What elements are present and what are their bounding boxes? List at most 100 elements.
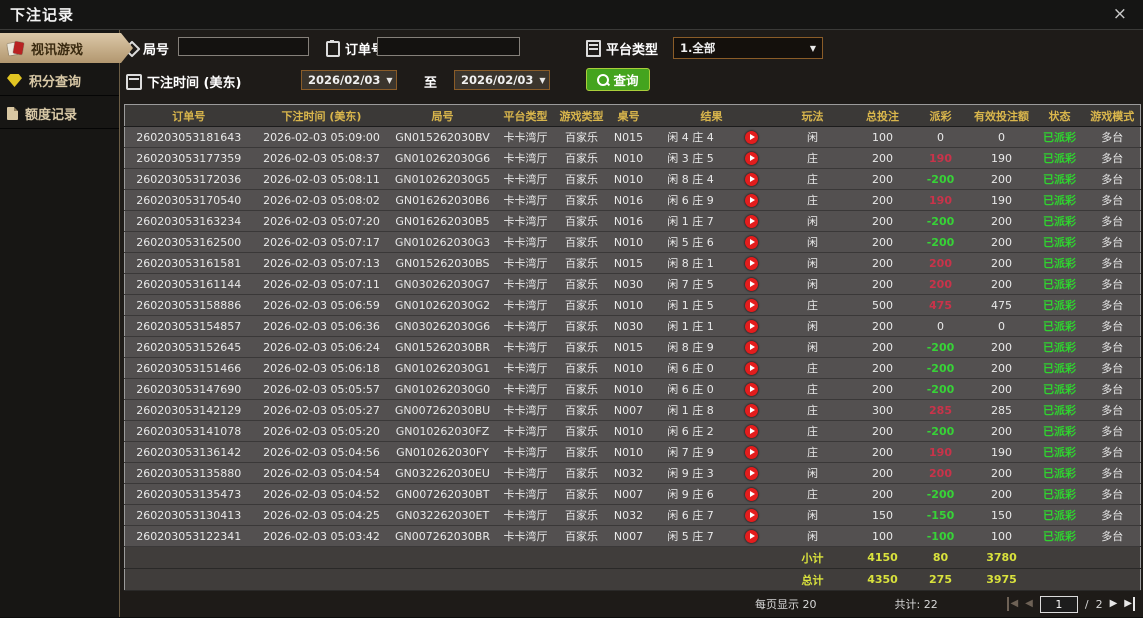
play-icon[interactable]	[745, 340, 758, 354]
date-to-picker[interactable]: 2026/02/03 ▼	[454, 70, 550, 90]
cell-play-icon[interactable]	[730, 252, 773, 274]
round-number-label: 局号	[143, 43, 170, 58]
cell-game-type: 百家乐	[556, 525, 607, 547]
play-icon[interactable]	[745, 382, 758, 396]
play-icon[interactable]	[745, 172, 758, 186]
cell-play-icon[interactable]	[730, 462, 773, 484]
subtotal-valid-stake: 3780	[968, 546, 1035, 569]
sidebar-item-1[interactable]: 积分查询	[0, 66, 119, 96]
round-number-input[interactable]	[178, 37, 309, 56]
cell-play-icon[interactable]	[730, 294, 773, 316]
platform-type-label-group: 平台类型	[586, 39, 658, 58]
chevron-down-icon: ▼	[386, 75, 393, 85]
play-icon[interactable]	[745, 445, 758, 459]
play-icon[interactable]	[745, 466, 758, 480]
play-icon[interactable]	[745, 193, 758, 207]
last-page-icon[interactable]: ▶	[1124, 597, 1135, 611]
play-icon[interactable]	[745, 235, 758, 249]
prev-page-icon[interactable]: ◀	[1025, 597, 1033, 611]
cell-table-no: N007	[606, 483, 651, 505]
table-row: 260203053135473 2026-02-03 05:04:52 GN0072…	[124, 483, 1141, 505]
cell-order-no: 260203053154857	[124, 315, 253, 337]
play-icon[interactable]	[745, 529, 758, 543]
play-icon[interactable]	[745, 151, 758, 165]
order-number-input[interactable]	[377, 37, 520, 56]
play-icon[interactable]	[745, 214, 758, 228]
table-row: 260203053141078 2026-02-03 05:05:20 GN0102…	[124, 420, 1141, 442]
page-number-input[interactable]	[1039, 595, 1078, 613]
cell-order-no: 260203053122341	[124, 525, 253, 547]
search-button[interactable]: 查询	[586, 68, 650, 91]
cell-table-no: N015	[606, 126, 651, 148]
play-icon[interactable]	[745, 130, 758, 144]
cell-play-icon[interactable]	[730, 231, 773, 253]
cell-round-no: GN010262030FY	[390, 441, 495, 463]
cell-bet-time: 2026-02-03 05:06:36	[252, 315, 391, 337]
cell-play-icon[interactable]	[730, 315, 773, 337]
cell-round-no: GN010262030G0	[390, 378, 495, 400]
play-icon[interactable]	[745, 277, 758, 291]
cell-valid-stake: 190	[968, 147, 1035, 169]
close-icon[interactable]: ×	[1113, 6, 1127, 23]
cell-result: 闲 1 庄 8	[650, 399, 731, 421]
cell-result: 闲 6 庄 0	[650, 357, 731, 379]
cell-play-icon[interactable]	[730, 168, 773, 190]
cell-result: 闲 6 庄 2	[650, 420, 731, 442]
cell-table-no: N032	[606, 462, 651, 484]
next-page-icon[interactable]: ▶	[1110, 597, 1118, 611]
cell-play-icon[interactable]	[730, 483, 773, 505]
cell-play-icon[interactable]	[730, 525, 773, 547]
play-icon[interactable]	[745, 319, 758, 333]
cell-round-no: GN010262030G5	[390, 168, 495, 190]
cell-table-no: N010	[606, 378, 651, 400]
cell-play-icon[interactable]	[730, 336, 773, 358]
cell-game-mode: 多台	[1084, 294, 1141, 316]
cell-play-icon[interactable]	[730, 210, 773, 232]
play-icon[interactable]	[745, 487, 758, 501]
sidebar-item-2[interactable]: 额度记录	[0, 99, 119, 129]
cell-play-icon[interactable]	[730, 273, 773, 295]
cell-total-stake: 200	[852, 441, 913, 463]
platform-type-select[interactable]: 1.全部 ▼	[673, 37, 823, 59]
play-icon[interactable]	[745, 403, 758, 417]
cell-play-icon[interactable]	[730, 357, 773, 379]
table-row: 260203053147690 2026-02-03 05:05:57 GN0102…	[124, 378, 1141, 400]
first-page-icon[interactable]: ◀	[1007, 597, 1018, 611]
cell-round-no: GN030262030G6	[390, 315, 495, 337]
platform-type-label: 平台类型	[606, 43, 659, 58]
cell-play-icon[interactable]	[730, 420, 773, 442]
cell-play-type: 闲	[772, 315, 853, 337]
cell-play-icon[interactable]	[730, 441, 773, 463]
cell-platform: 卡卡湾厅	[494, 315, 557, 337]
cell-play-type: 庄	[772, 357, 853, 379]
cell-play-icon[interactable]	[730, 126, 773, 148]
cell-play-icon[interactable]	[730, 147, 773, 169]
cell-payout: -200	[912, 210, 969, 232]
play-icon[interactable]	[745, 361, 758, 375]
subtotal-play-type: 小计	[772, 546, 853, 569]
cell-payout: 200	[912, 252, 969, 274]
cell-play-icon[interactable]	[730, 399, 773, 421]
document-icon	[7, 107, 18, 120]
cell-status: 已派彩	[1034, 483, 1085, 505]
sidebar-item-0[interactable]: 视讯游戏	[0, 33, 133, 63]
cell-play-icon[interactable]	[730, 504, 773, 526]
platform-type-value: 1.全部	[680, 41, 716, 55]
cell-game-type: 百家乐	[556, 252, 607, 274]
cell-payout: -200	[912, 357, 969, 379]
cell-play-icon[interactable]	[730, 378, 773, 400]
table-row: 260203053170540 2026-02-03 05:08:02 GN0162…	[124, 189, 1141, 211]
cell-play-icon[interactable]	[730, 189, 773, 211]
play-icon[interactable]	[745, 298, 758, 312]
cell-game-type: 百家乐	[556, 189, 607, 211]
search-button-label: 查询	[613, 73, 639, 88]
cell-play-type: 闲	[772, 525, 853, 547]
play-icon[interactable]	[745, 424, 758, 438]
cell-total-stake: 100	[852, 126, 913, 148]
play-icon[interactable]	[745, 256, 758, 270]
cell-result: 闲 7 庄 5	[650, 273, 731, 295]
cell-game-type: 百家乐	[556, 147, 607, 169]
date-from-picker[interactable]: 2026/02/03 ▼	[301, 70, 397, 90]
cell-bet-time: 2026-02-03 05:07:11	[252, 273, 391, 295]
play-icon[interactable]	[745, 508, 758, 522]
